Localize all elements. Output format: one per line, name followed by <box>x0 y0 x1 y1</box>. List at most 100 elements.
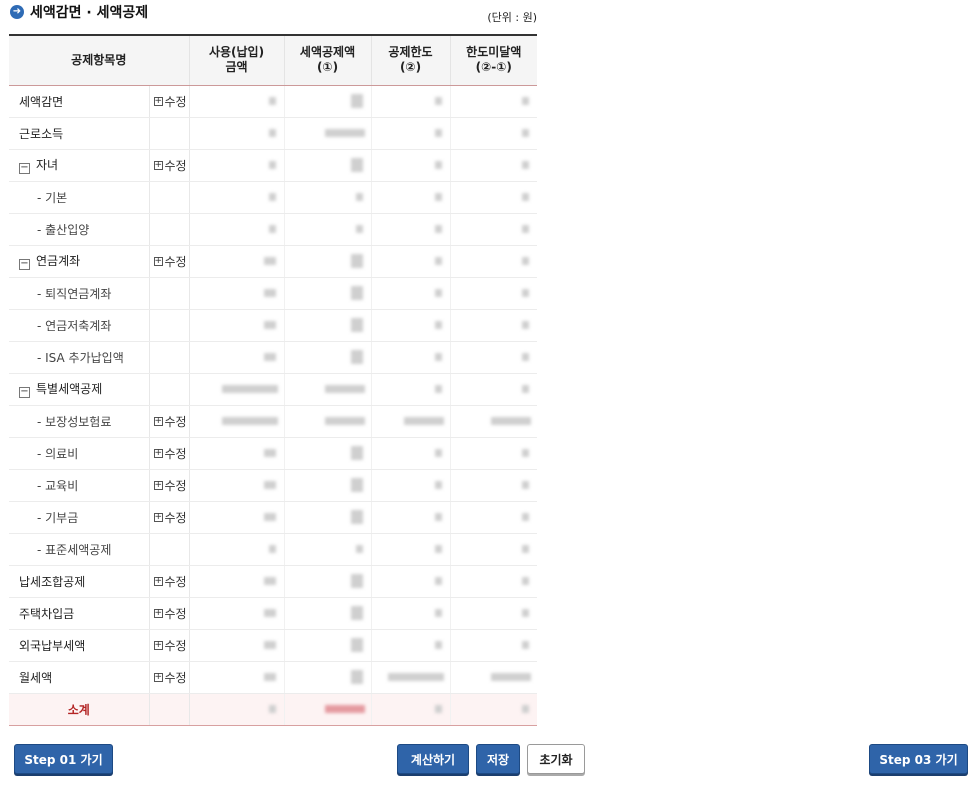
credit-cell <box>284 245 372 278</box>
amount-cell <box>189 565 285 598</box>
credit-cell <box>284 597 372 630</box>
table-row: − 자녀 + 수정 <box>9 149 538 182</box>
step03-button[interactable]: Step 03 가기 <box>869 744 968 774</box>
redacted-value <box>387 673 444 681</box>
redacted-value <box>324 705 365 713</box>
step01-button[interactable]: Step 01 가기 <box>14 744 113 774</box>
header-item-name: 공제항목명 <box>9 34 190 86</box>
redacted-value <box>268 545 276 553</box>
plus-box-icon: + <box>153 96 163 106</box>
table-row: - 연금저축계좌 <box>9 309 538 342</box>
collapse-toggle-icon[interactable]: − <box>19 387 30 398</box>
subtotal-value-cell <box>189 693 285 726</box>
shortfall-cell <box>450 437 538 470</box>
edit-button[interactable]: + 수정 <box>153 93 187 110</box>
row-label-text: - ISA 추가납입액 <box>37 350 124 365</box>
amount-cell <box>189 277 285 310</box>
edit-label: 수정 <box>164 511 187 525</box>
edit-button[interactable]: + 수정 <box>153 509 187 526</box>
calculate-button[interactable]: 계산하기 <box>397 744 469 774</box>
limit-cell <box>371 181 451 214</box>
redacted-value <box>355 225 363 233</box>
credit-cell <box>284 181 372 214</box>
redacted-value <box>355 545 363 553</box>
edit-button[interactable]: + 수정 <box>153 637 187 654</box>
row-label: 근로소득 <box>9 117 149 150</box>
credit-cell <box>284 501 372 534</box>
row-label: - 연금저축계좌 <box>9 309 149 342</box>
row-label: - 기본 <box>9 181 149 214</box>
collapse-toggle-icon[interactable]: − <box>19 259 30 270</box>
redacted-value <box>350 638 363 652</box>
redacted-value <box>522 225 530 233</box>
shortfall-cell <box>450 245 538 278</box>
redacted-value <box>268 129 276 137</box>
table-row: - 의료비 + 수정 <box>9 437 538 470</box>
redacted-value <box>403 417 444 425</box>
row-label-text: - 의료비 <box>37 446 79 461</box>
edit-label: 수정 <box>164 607 187 621</box>
amount-cell <box>189 309 285 342</box>
credit-cell <box>284 85 372 118</box>
header-credit: 세액공제액 (①) <box>284 34 372 86</box>
redacted-value <box>263 609 276 617</box>
header-shortfall: 한도미달액 (②-①) <box>450 34 538 86</box>
credit-cell <box>284 117 372 150</box>
credit-cell <box>284 405 372 438</box>
collapse-toggle-icon[interactable]: − <box>19 163 30 174</box>
row-label-text: - 교육비 <box>37 478 79 493</box>
row-action-cell <box>148 309 190 342</box>
credit-cell <box>284 277 372 310</box>
table-row: - ISA 추가납입액 <box>9 341 538 374</box>
redacted-value <box>434 289 442 297</box>
row-label-text: - 연금저축계좌 <box>37 318 112 333</box>
reset-button[interactable]: 초기화 <box>527 744 585 774</box>
save-button[interactable]: 저장 <box>476 744 520 774</box>
edit-button[interactable]: + 수정 <box>153 605 187 622</box>
row-label: 주택차입금 <box>9 597 149 630</box>
table-row: 주택차입금 + 수정 <box>9 597 538 630</box>
credit-cell <box>284 341 372 374</box>
edit-button[interactable]: + 수정 <box>153 413 187 430</box>
table-row: - 표준세액공제 <box>9 533 538 566</box>
row-action-cell <box>148 277 190 310</box>
row-label-text: 특별세액공제 <box>36 382 103 396</box>
redacted-value <box>522 161 530 169</box>
table-row: 납세조합공제 + 수정 <box>9 565 538 598</box>
redacted-value <box>268 225 276 233</box>
redacted-value <box>522 705 530 713</box>
redacted-value <box>263 577 276 585</box>
edit-button[interactable]: + 수정 <box>153 445 187 462</box>
limit-cell <box>371 661 451 694</box>
redacted-value <box>324 129 365 137</box>
subtotal-row: 소계 <box>9 693 538 726</box>
row-label: − 특별세액공제 <box>9 373 149 406</box>
amount-cell <box>189 597 285 630</box>
subtotal-value-cell <box>450 693 538 726</box>
row-action-cell: + 수정 <box>148 661 190 694</box>
edit-button[interactable]: + 수정 <box>153 477 187 494</box>
redacted-value <box>434 129 442 137</box>
limit-cell <box>371 437 451 470</box>
redacted-value <box>522 609 530 617</box>
edit-button[interactable]: + 수정 <box>153 669 187 686</box>
row-label: - 퇴직연금계좌 <box>9 277 149 310</box>
plus-box-icon: + <box>153 672 163 682</box>
redacted-value <box>350 510 363 524</box>
edit-button[interactable]: + 수정 <box>153 253 187 270</box>
edit-button[interactable]: + 수정 <box>153 157 187 174</box>
edit-label: 수정 <box>164 671 187 685</box>
redacted-value <box>522 641 530 649</box>
redacted-value <box>263 289 276 297</box>
row-label-text: - 표준세액공제 <box>37 542 112 557</box>
row-label: 세액감면 <box>9 85 149 118</box>
row-label-text: 주택차입금 <box>19 606 75 621</box>
redacted-value <box>350 606 363 620</box>
limit-cell <box>371 117 451 150</box>
redacted-value <box>522 289 530 297</box>
edit-button[interactable]: + 수정 <box>153 573 187 590</box>
redacted-value <box>434 705 442 713</box>
amount-cell <box>189 181 285 214</box>
table-row: − 특별세액공제 <box>9 373 538 406</box>
row-action-cell <box>148 373 190 406</box>
